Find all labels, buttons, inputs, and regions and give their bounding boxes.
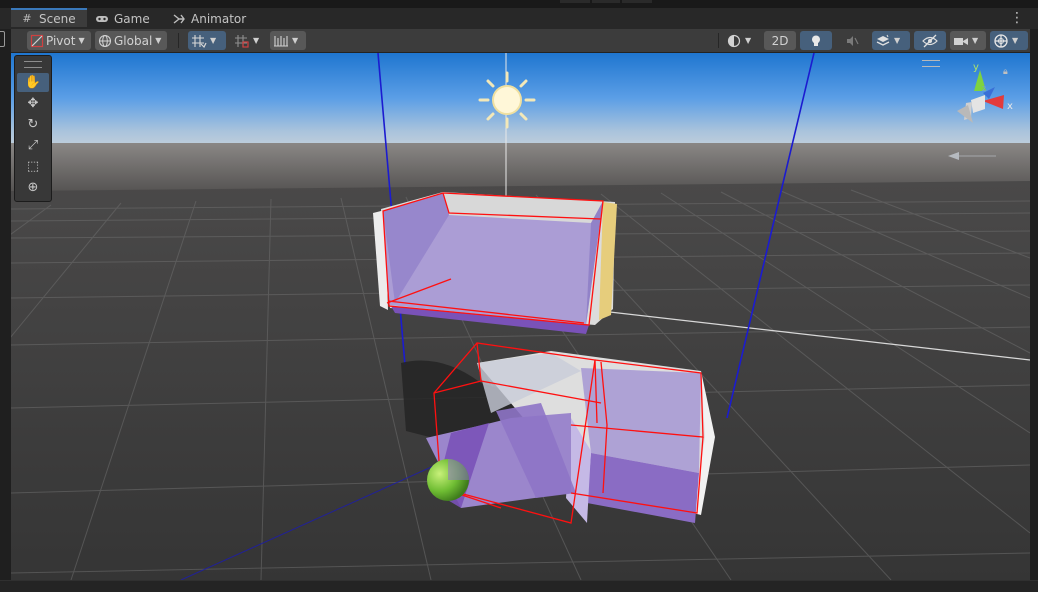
gizmo-drag-handle[interactable] [922,60,940,67]
gizmo-y-label: y [973,62,979,73]
left-panel-edge [0,29,11,591]
top-strip-segment [622,0,652,3]
tab-game[interactable]: Game [95,8,165,29]
chevron-down-icon: ▼ [292,36,299,45]
animator-icon [172,13,186,25]
increment-snap-icon [235,34,249,48]
hidden-objects-toggle[interactable] [914,31,946,50]
tab-animator[interactable]: Animator [172,8,252,29]
transform-tool-icon[interactable]: ⊕ [17,178,49,197]
tab-label: Game [114,11,150,26]
shading-mode-icon [727,34,741,47]
more-options-icon[interactable]: ⋮ [1010,10,1024,26]
upper-box-object [373,192,617,334]
chevron-down-icon: ▼ [1012,36,1019,45]
gamepad-icon [95,13,109,25]
scene-toolbar: Pivot ▼ Global ▼ ▼ ▼ ▼ ▼ 2D ▼ ▼ ▼ [0,29,1038,53]
gizmo-z-label: z [982,84,987,93]
tab-bar: # Scene Game Animator ⋮ [0,8,1038,29]
2d-toggle-button[interactable]: 2D [764,31,796,50]
hand-tool-icon[interactable]: ✋ [17,73,49,92]
grid-snap-icon [192,34,207,48]
rect-tool-icon[interactable]: ⬚ [17,157,49,176]
tab-label: Animator [191,11,247,26]
2d-label: 2D [771,33,789,48]
grid-icon: # [22,12,32,25]
panel-edge-handle-icon [0,31,5,47]
pivot-dropdown[interactable]: Pivot ▼ [27,31,91,50]
chevron-down-icon: ▼ [253,36,260,45]
rotate-tool-icon[interactable]: ↻ [17,115,49,134]
gizmo-globe-icon [994,33,1008,48]
effects-dropdown[interactable]: ▼ [872,31,910,50]
tools-panel-grip[interactable] [24,61,42,68]
grid-visual-dropdown[interactable]: ▼ [270,31,306,50]
sun-icon [478,71,536,129]
chevron-down-icon: ▼ [972,36,979,45]
toolbar-separator [718,33,719,48]
scene-viewport[interactable] [11,53,1030,580]
global-label: Global [114,33,153,48]
globe-icon [98,34,112,47]
chevron-down-icon: ▼ [745,36,752,45]
top-strip [0,0,1038,8]
sphere-object [427,459,469,501]
audio-muted-icon [847,35,859,46]
top-strip-segment [592,0,620,3]
eye-slash-icon [922,34,938,47]
lighting-toggle-button[interactable] [800,31,832,50]
scale-tool-icon[interactable]: ⤢ [17,136,49,155]
right-panel-edge [1030,29,1038,591]
pivot-label: Pivot [46,33,76,48]
draw-mode-dropdown[interactable]: ▼ [724,31,760,50]
camera-icon [954,37,968,45]
tab-scene[interactable]: # Scene [11,8,87,27]
chevron-down-icon: ▼ [210,36,217,45]
chevron-down-icon: ▼ [155,36,162,45]
gizmos-dropdown[interactable]: ▼ [990,31,1028,50]
lock-icon[interactable]: 🔒︎ [1003,67,1008,77]
grid-snap-button[interactable]: ▼ [188,31,226,50]
tools-overlay-panel: ✋ ✥ ↻ ⤢ ⬚ ⊕ [14,55,52,202]
chevron-down-icon: ▼ [894,36,901,45]
toolbar-separator [178,33,179,48]
pivot-icon [30,34,44,47]
audio-toggle-button[interactable] [836,31,868,50]
top-strip-segment [560,0,590,3]
increment-snap-button[interactable]: ▼ [231,31,267,50]
move-tool-icon[interactable]: ✥ [17,94,49,113]
gizmo-x-label: x [1007,101,1013,112]
chevron-down-icon: ▼ [78,36,85,45]
camera-dropdown[interactable]: ▼ [950,31,986,50]
global-dropdown[interactable]: Global ▼ [95,31,167,50]
ruler-grid-icon [274,35,288,47]
bottom-bar [0,580,1038,592]
scene-render [11,53,1030,580]
layers-effects-icon [876,34,890,46]
tab-label: Scene [39,11,76,26]
lightbulb-icon [812,35,820,46]
